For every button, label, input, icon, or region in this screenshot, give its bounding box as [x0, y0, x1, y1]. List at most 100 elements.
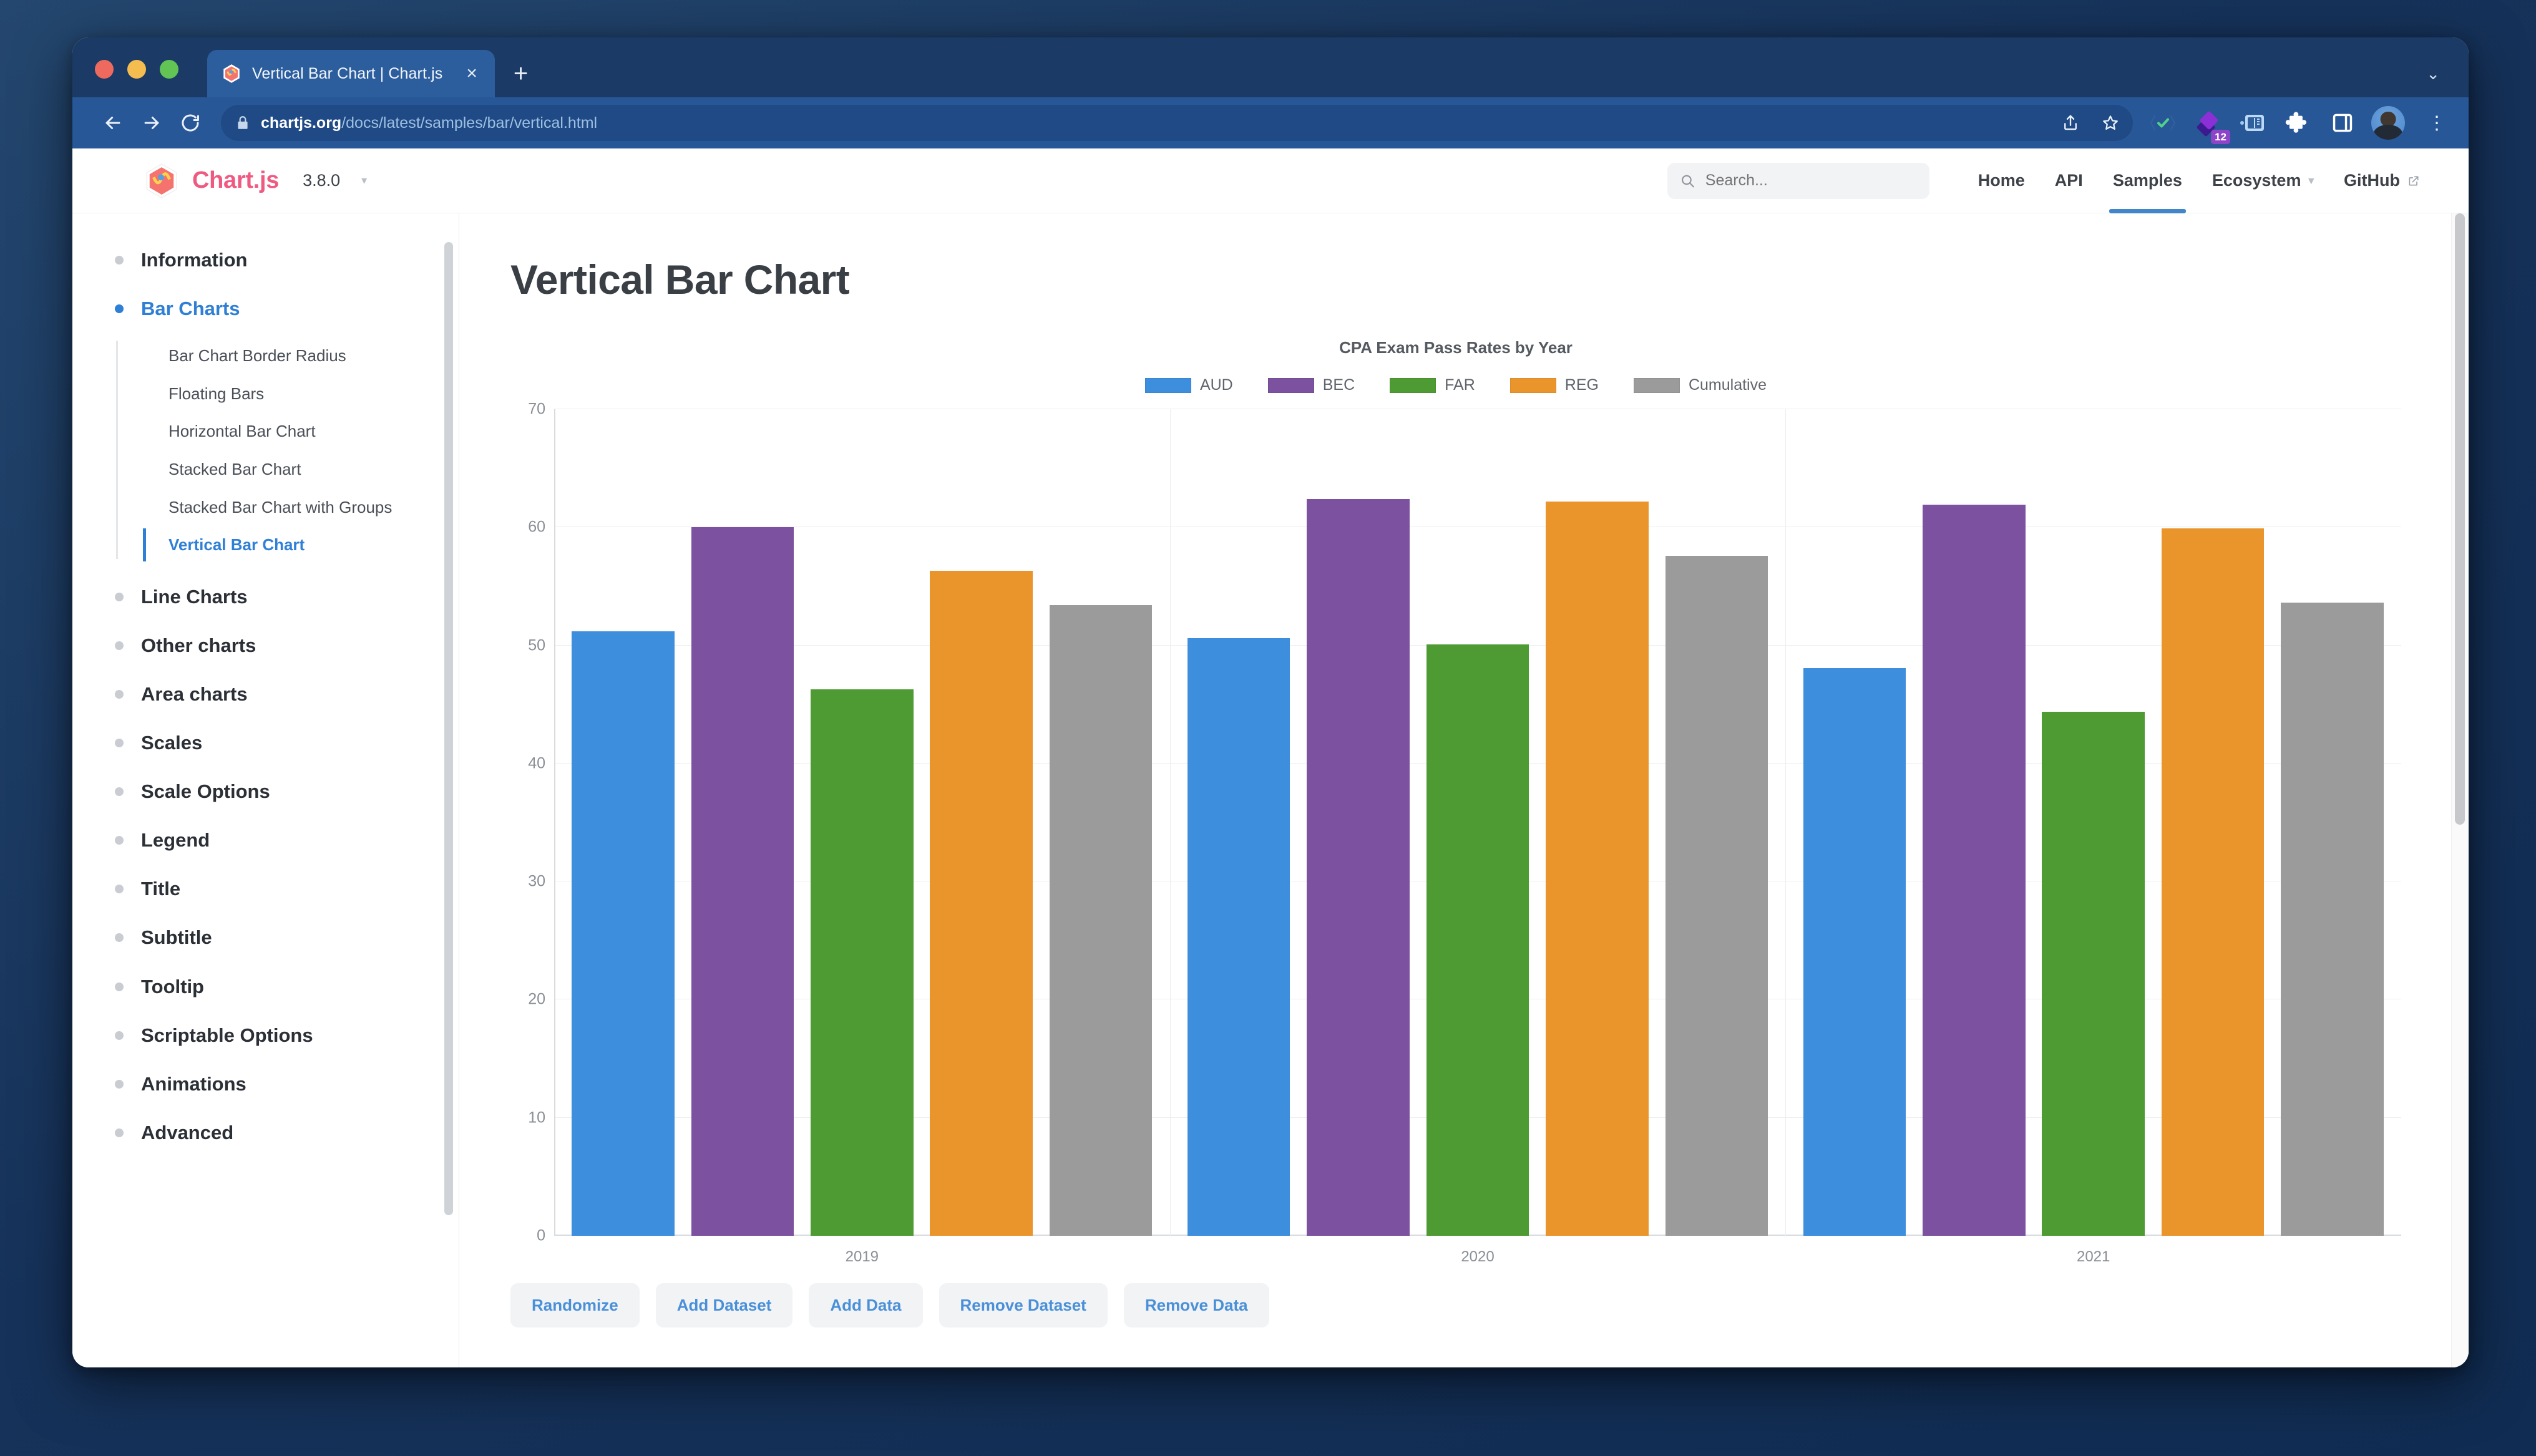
sidebar-item-subtitle[interactable]: Subtitle	[115, 913, 441, 962]
y-axis-tick-label: 50	[528, 636, 545, 654]
page-scrollbar-thumb[interactable]	[2455, 213, 2465, 825]
browser-menu-button[interactable]: ⋮	[2427, 112, 2446, 134]
sidebar-item-tooltip[interactable]: Tooltip	[115, 963, 441, 1011]
chart-bar-cumulative-2019[interactable]	[1049, 605, 1153, 1236]
sidebar-subitem-label: Vertical Bar Chart	[168, 535, 305, 555]
sidebar-item-line-charts[interactable]: Line Charts	[115, 573, 441, 621]
extensions-puzzle-button[interactable]	[2281, 107, 2314, 139]
chart-bar-far-2019[interactable]	[811, 689, 914, 1236]
chart-bar-slot	[2273, 409, 2392, 1236]
chart-bar-cumulative-2021[interactable]	[2281, 603, 2384, 1236]
sidebar-subitem-label: Bar Chart Border Radius	[168, 346, 346, 366]
chart-bar-reg-2019[interactable]	[930, 571, 1033, 1236]
page-scrollbar-track[interactable]	[2451, 213, 2469, 1367]
legend-item-reg[interactable]: REG	[1509, 376, 1599, 394]
address-bar[interactable]: chartjs.org/docs/latest/samples/bar/vert…	[221, 105, 2133, 141]
chart-bar-aud-2019[interactable]	[572, 631, 675, 1236]
extension-blue-panel[interactable]	[2236, 107, 2269, 139]
sidebar-subitem-floating-bars[interactable]: Floating Bars	[168, 375, 441, 413]
version-selector-value[interactable]: 3.8.0	[303, 171, 340, 190]
side-panel-icon	[2333, 114, 2353, 132]
legend-item-cumulative[interactable]: Cumulative	[1633, 376, 1767, 394]
puzzle-piece-icon	[2285, 112, 2306, 133]
sidebar-scrollbar-thumb[interactable]	[444, 242, 453, 1215]
nav-link-api[interactable]: API	[2040, 148, 2098, 213]
chart-bar-reg-2021[interactable]	[2161, 528, 2265, 1236]
search-input[interactable]	[1705, 172, 1917, 190]
close-window-button[interactable]	[95, 60, 114, 79]
sidebar-item-label: Scales	[141, 732, 203, 754]
sidebar-item-area-charts[interactable]: Area charts	[115, 670, 441, 719]
sidebar-subitem-stacked-bar-chart-with-groups[interactable]: Stacked Bar Chart with Groups	[168, 488, 441, 527]
chart-bar-bec-2019[interactable]	[691, 527, 794, 1236]
profile-avatar[interactable]	[2371, 106, 2405, 140]
sidebar-subitem-horizontal-bar-chart[interactable]: Horizontal Bar Chart	[168, 412, 441, 450]
y-axis-tick-label: 20	[528, 990, 545, 1008]
sidebar-item-scales[interactable]: Scales	[115, 719, 441, 767]
remove-dataset-button[interactable]: Remove Dataset	[939, 1283, 1108, 1327]
new-tab-button[interactable]: +	[514, 61, 528, 86]
extension-checkmark-badge[interactable]	[2147, 107, 2179, 139]
reload-button[interactable]	[171, 104, 210, 142]
add-dataset-button[interactable]: Add Dataset	[655, 1283, 793, 1327]
sidebar-item-label: Legend	[141, 829, 210, 852]
chart-bar-slot	[922, 409, 1041, 1236]
chart-bar-bec-2020[interactable]	[1307, 498, 1410, 1236]
forward-button[interactable]	[132, 104, 171, 142]
nav-link-github-label: GitHub	[2344, 171, 2400, 190]
chart-bar-slot	[1538, 409, 1657, 1236]
sidebar-item-bar-charts[interactable]: Bar Charts	[115, 284, 441, 333]
nav-link-github[interactable]: GitHub	[2329, 148, 2435, 213]
nav-link-samples[interactable]: Samples	[2098, 148, 2197, 213]
sidebar-item-title[interactable]: Title	[115, 865, 441, 913]
sidebar-item-legend[interactable]: Legend	[115, 816, 441, 865]
chart-bar-aud-2021[interactable]	[1803, 667, 1906, 1236]
chart-bar-cumulative-2020[interactable]	[1665, 555, 1768, 1236]
side-panel-button[interactable]	[2326, 107, 2359, 139]
sidebar-item-scriptable-options[interactable]: Scriptable Options	[115, 1011, 441, 1060]
minimize-window-button[interactable]	[127, 60, 146, 79]
close-tab-button[interactable]: ×	[461, 64, 482, 83]
site-brand-name: Chart.js	[192, 167, 280, 193]
sidebar-subitem-label: Stacked Bar Chart with Groups	[168, 497, 393, 517]
browser-tab-active[interactable]: Vertical Bar Chart | Chart.js ×	[207, 50, 495, 97]
sidebar-item-animations[interactable]: Animations	[115, 1060, 441, 1109]
sidebar-item-other-charts[interactable]: Other charts	[115, 621, 441, 670]
legend-item-far[interactable]: FAR	[1390, 376, 1475, 394]
sidebar-subitem-bar-chart-border-radius[interactable]: Bar Chart Border Radius	[168, 337, 441, 375]
chart-bar-far-2020[interactable]	[1426, 644, 1529, 1236]
sidebar-bullet-icon	[115, 1128, 124, 1137]
legend-item-bec[interactable]: BEC	[1267, 376, 1355, 394]
remove-data-button[interactable]: Remove Data	[1123, 1283, 1269, 1327]
share-button[interactable]	[2053, 105, 2088, 140]
add-data-button[interactable]: Add Data	[809, 1283, 923, 1327]
randomize-button[interactable]: Randomize	[510, 1283, 640, 1327]
chart-bar-bec-2021[interactable]	[1922, 505, 2026, 1236]
nav-link-api-label: API	[2054, 171, 2083, 190]
sidebar-subitem-stacked-bar-chart[interactable]: Stacked Bar Chart	[168, 450, 441, 488]
nav-link-home[interactable]: Home	[1963, 148, 2040, 213]
chart-bar-aud-2020[interactable]	[1187, 638, 1290, 1236]
legend-item-aud[interactable]: AUD	[1144, 376, 1233, 394]
search-box[interactable]	[1667, 162, 1929, 199]
sidebar-subitem-label: Floating Bars	[168, 384, 265, 403]
sidebar-item-information[interactable]: Information	[115, 236, 441, 284]
extension-purple-diamond[interactable]: 12	[2192, 107, 2230, 144]
tab-list-chevron-down-icon[interactable]: ⌄	[2426, 64, 2440, 84]
site-brand[interactable]: Chart.js 3.8.0 ▾	[145, 163, 367, 199]
version-chevron-down-icon[interactable]: ▾	[361, 174, 367, 187]
nav-link-ecosystem[interactable]: Ecosystem ▾	[2197, 148, 2329, 213]
chart-group-2021: 2021	[1785, 409, 2401, 1265]
legend-label: BEC	[1322, 376, 1355, 394]
back-button[interactable]	[94, 104, 132, 142]
chart-bar-reg-2020[interactable]	[1546, 501, 1649, 1236]
sidebar-item-label: Information	[141, 249, 248, 271]
bookmark-button[interactable]	[2093, 105, 2128, 140]
sidebar-item-advanced[interactable]: Advanced	[115, 1109, 441, 1157]
maximize-window-button[interactable]	[160, 60, 178, 79]
sidebar-item-scale-options[interactable]: Scale Options	[115, 767, 441, 816]
chart-bar-far-2021[interactable]	[2042, 711, 2145, 1236]
sidebar-item-label: Scale Options	[141, 780, 270, 803]
sidebar-subitem-vertical-bar-chart[interactable]: Vertical Bar Chart	[143, 526, 441, 564]
reload-icon	[182, 114, 199, 132]
